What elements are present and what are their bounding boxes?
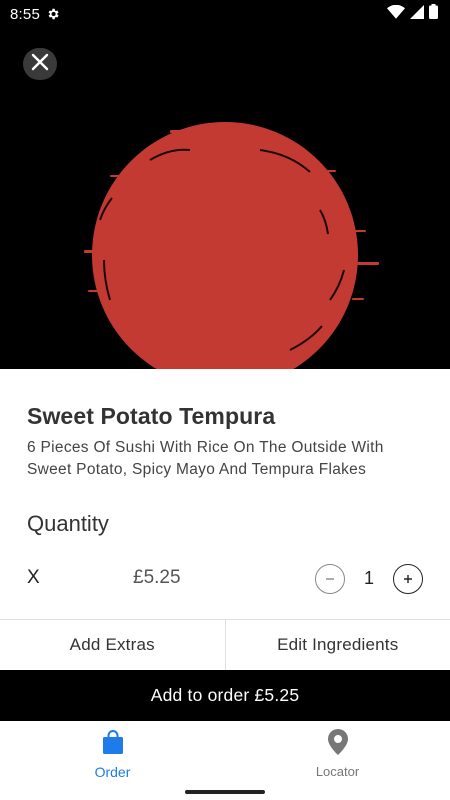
status-time: 8:55 — [10, 5, 40, 23]
unit-price: £5.25 — [133, 567, 181, 588]
add-extras-button[interactable]: Add Extras — [0, 620, 225, 670]
signal-icon — [410, 4, 424, 24]
battery-icon — [429, 4, 438, 24]
settings-gear-icon — [46, 7, 60, 21]
increase-quantity-button[interactable] — [393, 564, 423, 594]
plus-icon — [404, 575, 412, 583]
product-description: 6 Pieces Of Sushi With Rice On The Outsi… — [27, 439, 384, 478]
add-to-order-label: Add to order — [150, 685, 250, 705]
quantity-row: X £5.25 1 — [0, 563, 450, 595]
home-gesture-bar[interactable] — [185, 790, 265, 794]
red-sun-brush-image — [0, 0, 450, 369]
quantity-prefix: X — [27, 567, 40, 588]
shopping-bag-icon — [100, 729, 126, 760]
quantity-heading: Quantity — [27, 511, 109, 536]
nav-label-locator: Locator — [315, 764, 360, 779]
status-icons — [387, 4, 438, 24]
product-details-sheet: Sweet Potato Tempura 6 Pieces Of Sushi W… — [0, 369, 450, 670]
wifi-icon — [387, 4, 405, 24]
nav-item-order[interactable]: Order — [0, 721, 225, 783]
quantity-value: 1 — [363, 568, 374, 588]
close-icon — [31, 53, 49, 76]
decrease-quantity-button[interactable] — [315, 564, 345, 594]
nav-item-locator[interactable]: Locator — [225, 721, 450, 783]
nav-label-order: Order — [94, 764, 131, 780]
edit-ingredients-button[interactable]: Edit Ingredients — [224, 620, 450, 670]
gesture-area — [0, 783, 450, 800]
add-to-order-price: £5.25 — [254, 685, 300, 705]
location-pin-icon — [327, 729, 349, 760]
close-button[interactable] — [23, 48, 57, 80]
bottom-navigation: Order Locator — [0, 721, 450, 783]
customize-options: Add Extras Edit Ingredients — [0, 619, 450, 670]
status-bar: 8:55 — [0, 0, 450, 28]
product-image — [0, 0, 450, 369]
product-title: Sweet Potato Tempura — [27, 403, 276, 429]
add-to-order-button[interactable]: Add to order £5.25 — [0, 670, 450, 721]
minus-icon — [326, 578, 334, 580]
